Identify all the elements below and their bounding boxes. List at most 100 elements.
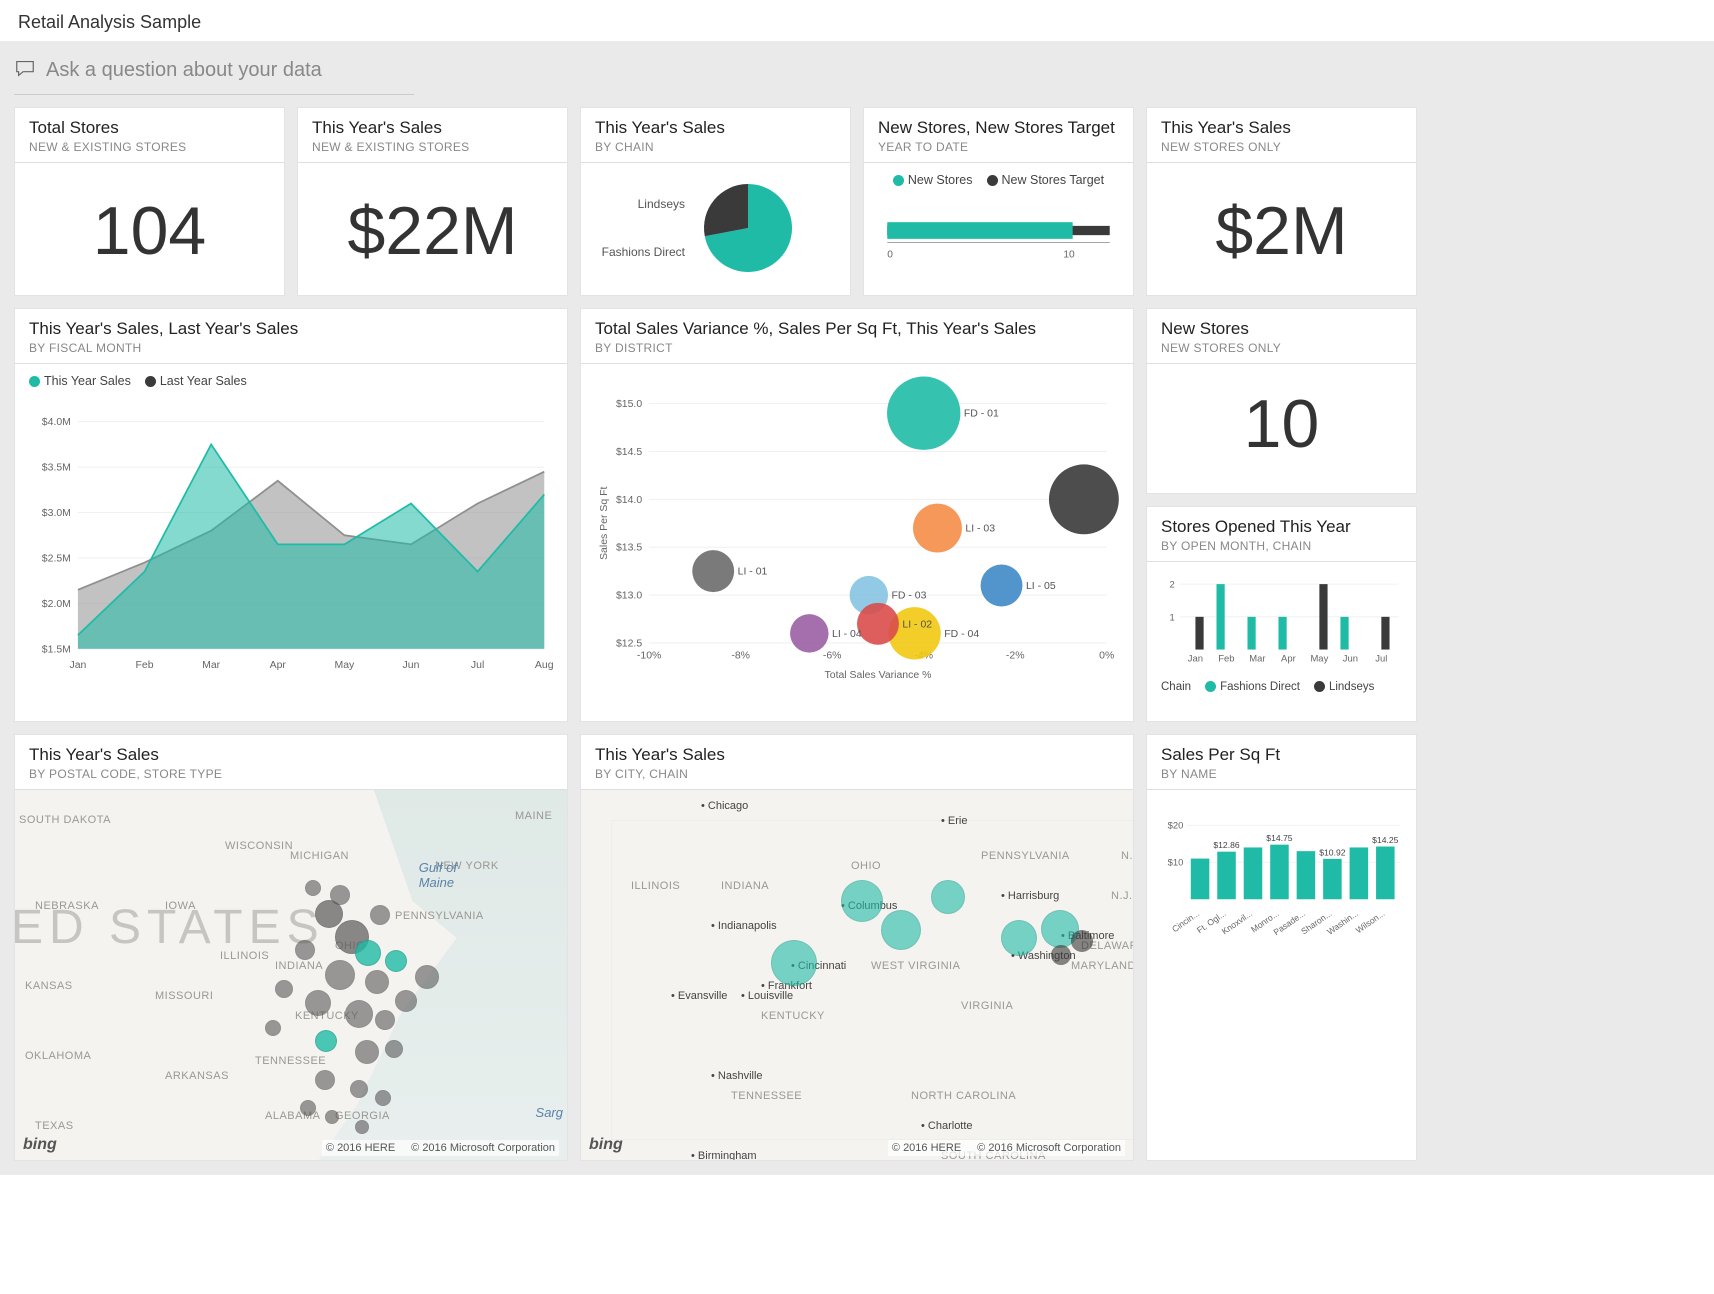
tile-title: This Year's Sales (595, 118, 836, 138)
tile-subtitle: BY CHAIN (595, 140, 836, 154)
legend-prefix: Chain (1161, 681, 1191, 693)
svg-text:$10: $10 (1168, 858, 1184, 869)
tile-scatter-district[interactable]: Total Sales Variance %, Sales Per Sq Ft,… (580, 308, 1134, 722)
svg-text:0%: 0% (1099, 651, 1114, 662)
bing-logo: bing (589, 1136, 623, 1154)
tile-subtitle: BY FISCAL MONTH (29, 341, 553, 355)
tile-map-postal[interactable]: This Year's Sales BY POSTAL CODE, STORE … (14, 734, 568, 1161)
svg-text:$14.0: $14.0 (616, 495, 642, 506)
tile-title: New Stores, New Stores Target (878, 118, 1119, 138)
kpi-value: 10 (1161, 374, 1402, 464)
sqft-chart: $10$20Cincin...$12.86Ft. Ogl...Knoxvil..… (1161, 800, 1402, 940)
svg-text:$1.5M: $1.5M (42, 644, 71, 655)
map-attribution: © 2016 HERE© 2016 Microsoft Corporation (322, 1140, 559, 1156)
tile-subtitle: NEW & EXISTING STORES (312, 140, 553, 154)
svg-text:$14.5: $14.5 (616, 447, 642, 458)
svg-text:Knoxvil...: Knoxvil... (1220, 908, 1254, 936)
svg-text:-10%: -10% (637, 651, 661, 662)
svg-text:$3.0M: $3.0M (42, 508, 71, 519)
tile-title: Total Sales Variance %, Sales Per Sq Ft,… (595, 319, 1119, 339)
svg-text:-2%: -2% (1006, 651, 1025, 662)
svg-text:$20: $20 (1168, 821, 1184, 832)
stores-opened-chart: 12JanFebMarAprMayJunJul (1161, 572, 1402, 672)
svg-text:Apr: Apr (270, 660, 287, 671)
area-chart: $1.5M $2.0M $2.5M $3.0M $3.5M $4.0M Jan Feb Mar A… (29, 394, 553, 694)
legend-ly: Last Year Sales (160, 374, 247, 388)
legend-new-stores: New Stores (908, 173, 973, 187)
svg-text:$12.5: $12.5 (616, 638, 642, 649)
pie-label-fashions: Fashions Direct (595, 245, 685, 259)
svg-text:0: 0 (887, 249, 893, 260)
svg-text:LI - 01: LI - 01 (738, 567, 768, 578)
svg-text:-8%: -8% (731, 651, 750, 662)
svg-text:LI - 03: LI - 03 (965, 524, 995, 535)
tile-subtitle: BY OPEN MONTH, CHAIN (1161, 539, 1402, 553)
chat-icon (14, 57, 36, 84)
qna-placeholder: Ask a question about your data (46, 59, 322, 82)
svg-text:10: 10 (1063, 249, 1075, 260)
svg-text:Jul: Jul (1375, 653, 1387, 664)
map-attribution: © 2016 HERE© 2016 Microsoft Corporation (888, 1140, 1125, 1156)
kpi-value: $2M (1161, 173, 1402, 275)
tile-subtitle: NEW STORES ONLY (1161, 341, 1402, 355)
svg-text:May: May (1310, 653, 1328, 664)
tile-ty-sales-all[interactable]: This Year's Sales NEW & EXISTING STORES … (297, 107, 568, 296)
svg-text:LI - 04: LI - 04 (832, 629, 862, 640)
kpi-value: 104 (29, 173, 270, 275)
svg-text:May: May (335, 660, 356, 671)
svg-text:$4.0M: $4.0M (42, 417, 71, 428)
map-water-sarg: Sarg (536, 1105, 563, 1120)
svg-text:LI - 05: LI - 05 (1026, 581, 1056, 592)
qna-bar[interactable]: Ask a question about your data (14, 51, 414, 95)
map-water-gulf: Gulf of Maine (419, 860, 457, 890)
tile-total-stores[interactable]: Total Stores NEW & EXISTING STORES 104 (14, 107, 285, 296)
svg-text:Jan: Jan (69, 660, 86, 671)
svg-text:Mar: Mar (1249, 653, 1265, 664)
tile-title: This Year's Sales (595, 745, 1119, 765)
svg-text:Feb: Feb (1218, 653, 1234, 664)
tile-ty-sales-new[interactable]: This Year's Sales NEW STORES ONLY $2M (1146, 107, 1417, 296)
tile-subtitle: NEW STORES ONLY (1161, 140, 1402, 154)
svg-text:$13.0: $13.0 (616, 591, 642, 602)
map-canvas-postal[interactable]: ED STATES SOUTH DAKOTANEBRASKAKANSASOKLA… (15, 790, 567, 1160)
svg-text:Mar: Mar (202, 660, 221, 671)
svg-text:Jul: Jul (471, 660, 484, 671)
tile-ty-sales-chain[interactable]: This Year's Sales BY CHAIN Lindseys Fash… (580, 107, 851, 296)
svg-text:Jun: Jun (403, 660, 420, 671)
svg-text:$10.92: $10.92 (1319, 847, 1346, 857)
tile-title: New Stores (1161, 319, 1402, 339)
tile-area-sales[interactable]: This Year's Sales, Last Year's Sales BY … (14, 308, 568, 722)
svg-text:LI - 02: LI - 02 (902, 619, 932, 630)
svg-text:FD - 04: FD - 04 (944, 629, 979, 640)
tile-title: Total Stores (29, 118, 270, 138)
tile-title: This Year's Sales, Last Year's Sales (29, 319, 553, 339)
svg-text:-6%: -6% (823, 651, 842, 662)
target-bar-chart: 0 10 (878, 207, 1119, 267)
pie-label-lindseys: Lindseys (595, 197, 685, 211)
map-canvas-city[interactable]: ILLINOISINDIANAOHIOWEST VIRGINIAVIRGINIA… (581, 790, 1133, 1160)
tile-title: This Year's Sales (29, 745, 553, 765)
svg-text:Feb: Feb (136, 660, 154, 671)
svg-text:1: 1 (1170, 612, 1175, 623)
svg-text:$15.0: $15.0 (616, 399, 642, 410)
tile-new-stores[interactable]: New Stores NEW STORES ONLY 10 (1146, 308, 1417, 494)
tile-map-city[interactable]: This Year's Sales BY CITY, CHAIN ILLINOI… (580, 734, 1134, 1161)
bing-logo: bing (23, 1136, 57, 1154)
tile-stores-target[interactable]: New Stores, New Stores Target YEAR TO DA… (863, 107, 1134, 296)
svg-text:FD - 03: FD - 03 (892, 591, 927, 602)
svg-text:$3.5M: $3.5M (42, 463, 71, 474)
tile-sales-sqft[interactable]: Sales Per Sq Ft BY NAME $10$20Cincin...$… (1146, 734, 1417, 1161)
svg-text:Jun: Jun (1343, 653, 1358, 664)
svg-text:Aug: Aug (535, 660, 553, 671)
svg-text:$2.5M: $2.5M (42, 553, 71, 564)
svg-text:Jan: Jan (1188, 653, 1203, 664)
svg-text:$13.5: $13.5 (616, 543, 642, 554)
svg-text:$2.0M: $2.0M (42, 599, 71, 610)
svg-text:$14.75: $14.75 (1266, 833, 1293, 843)
tile-title: This Year's Sales (1161, 118, 1402, 138)
legend-lindseys: Lindseys (1329, 681, 1374, 693)
svg-text:Wilson...: Wilson... (1354, 908, 1387, 935)
tile-subtitle: NEW & EXISTING STORES (29, 140, 270, 154)
tile-stores-opened[interactable]: Stores Opened This Year BY OPEN MONTH, C… (1146, 506, 1417, 723)
svg-text:$12.86: $12.86 (1213, 840, 1240, 850)
